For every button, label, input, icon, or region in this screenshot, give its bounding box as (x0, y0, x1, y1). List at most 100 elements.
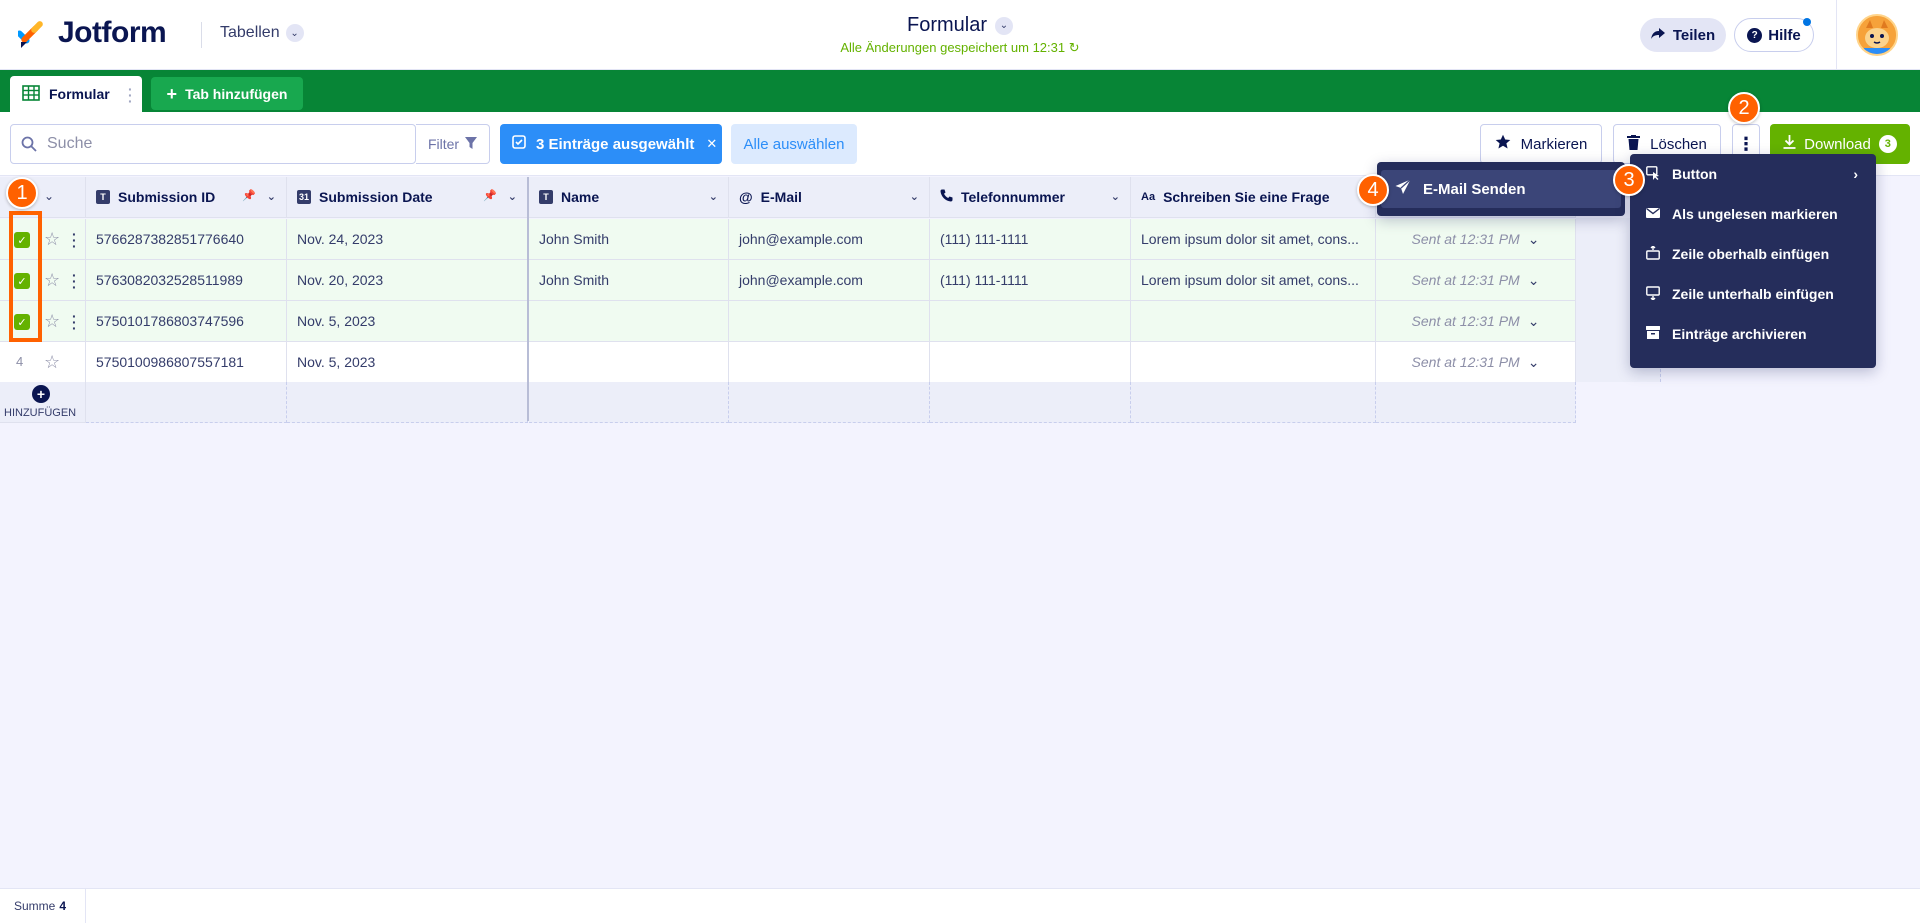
column-header-submission-date[interactable]: 31 Submission Date 📌 ⌄ (287, 177, 528, 218)
add-tab-label: Tab hinzufügen (185, 85, 288, 102)
step-marker-2: 2 (1728, 92, 1760, 124)
name-cell[interactable]: John Smith (529, 219, 729, 260)
row-number: 4 (16, 354, 24, 369)
chevron-down-icon[interactable]: ⌄ (508, 190, 517, 203)
star-outline-icon[interactable]: ☆ (44, 311, 60, 332)
chevron-down-icon[interactable]: ⌄ (1528, 231, 1540, 248)
column-header-email[interactable]: @ E-Mail ⌄ (729, 177, 930, 218)
download-icon (1783, 135, 1796, 153)
insert-above-icon (1646, 244, 1660, 263)
email-cell[interactable]: john@example.com (729, 260, 930, 301)
step-marker-3: 3 (1613, 164, 1645, 196)
tab-options-icon[interactable]: · · · (128, 82, 133, 108)
selection-badge[interactable]: 3 Einträge ausgewählt ✕ (500, 124, 722, 164)
chevron-down-icon[interactable]: ⌄ (910, 190, 919, 203)
clear-selection-icon[interactable]: ✕ (706, 136, 717, 152)
avatar[interactable] (1856, 14, 1898, 56)
submission-id-cell[interactable]: 5750100986807557181 (86, 342, 287, 383)
help-button[interactable]: ? Hilfe (1734, 18, 1814, 52)
phone-cell[interactable]: (111) 111-1111 (930, 260, 1131, 301)
search-box (10, 124, 416, 164)
menu-item-insert-below[interactable]: Zeile unterhalb einfügen (1630, 274, 1876, 314)
question-cell[interactable]: Lorem ipsum dolor sit amet, cons... (1131, 260, 1376, 301)
chevron-down-icon[interactable]: ⌄ (1528, 313, 1540, 330)
row-options-icon[interactable]: · · · (72, 227, 77, 253)
chevron-down-icon[interactable]: ⌄ (709, 190, 718, 203)
question-cell[interactable]: Lorem ipsum dolor sit amet, cons... (1131, 219, 1376, 260)
name-cell[interactable] (529, 301, 729, 342)
refresh-icon: ↻ (1068, 40, 1080, 55)
column-header-phone[interactable]: Telefonnummer ⌄ (930, 177, 1131, 218)
long-text-type-icon: Aa (1141, 191, 1156, 203)
submission-id-cell[interactable]: 5750101786803747596 (86, 301, 287, 342)
tables-menu[interactable]: Tabellen ⌄ (220, 24, 304, 42)
column-header-submission-id[interactable]: T Submission ID 📌 ⌄ (86, 177, 287, 218)
tab-label: Formular (49, 86, 110, 102)
pinned-column-divider[interactable] (527, 177, 529, 421)
filter-button[interactable]: Filter (416, 124, 490, 164)
name-cell[interactable]: John Smith (529, 260, 729, 301)
download-label: Download (1804, 135, 1871, 153)
submission-date-cell[interactable]: Nov. 24, 2023 (287, 219, 528, 260)
submission-date-cell[interactable]: Nov. 5, 2023 (287, 342, 528, 383)
question-cell[interactable] (1131, 301, 1376, 342)
select-all-button[interactable]: Alle auswählen (731, 124, 857, 164)
star-outline-icon[interactable]: ☆ (44, 352, 60, 373)
button-submenu: E-Mail Senden (1377, 162, 1625, 216)
at-sign-icon: @ (739, 189, 753, 205)
menu-item-archive[interactable]: Einträge archivieren (1630, 314, 1876, 354)
search-input[interactable] (47, 131, 407, 157)
submission-date-cell[interactable]: Nov. 20, 2023 (287, 260, 528, 301)
chevron-down-icon[interactable]: ⌄ (1528, 354, 1540, 371)
sum-value: 4 (59, 899, 67, 913)
add-row-button[interactable]: + HINZUFÜGEN (0, 382, 86, 423)
email-sent-cell[interactable]: Sent at 12:31 PM ⌄ (1376, 219, 1576, 260)
email-cell[interactable] (729, 342, 930, 383)
phone-cell[interactable] (930, 301, 1131, 342)
chevron-down-icon[interactable]: ⌄ (1528, 272, 1540, 289)
pin-icon[interactable]: 📌 (483, 189, 497, 202)
star-outline-icon[interactable]: ☆ (44, 229, 60, 250)
row-options-icon[interactable]: · · · (72, 309, 77, 335)
email-sent-cell[interactable]: Sent at 12:31 PM ⌄ (1376, 342, 1576, 383)
email-cell[interactable] (729, 301, 930, 342)
column-header-name[interactable]: T Name ⌄ (529, 177, 729, 218)
column-header-question[interactable]: Aa Schreiben Sie eine Frage (1131, 177, 1376, 218)
add-tab-button[interactable]: + Tab hinzufügen (151, 77, 303, 110)
menu-item-send-email[interactable]: E-Mail Senden (1381, 170, 1621, 208)
menu-item-insert-above[interactable]: Zeile oberhalb einfügen (1630, 234, 1876, 274)
row-options-icon[interactable]: · · · (72, 268, 77, 294)
mark-button[interactable]: Markieren (1480, 124, 1602, 164)
text-type-icon: T (96, 190, 110, 204)
menu-item-button[interactable]: Button › (1630, 154, 1876, 194)
insert-below-icon (1646, 285, 1660, 303)
email-cell[interactable]: john@example.com (729, 219, 930, 260)
submission-date-cell[interactable]: Nov. 5, 2023 (287, 301, 528, 342)
menu-item-mark-unread[interactable]: Als ungelesen markieren (1630, 194, 1876, 234)
cursor-icon (1646, 165, 1660, 183)
header-divider (1836, 0, 1837, 70)
chevron-down-icon[interactable]: ⌄ (1111, 190, 1120, 203)
question-cell[interactable] (1131, 342, 1376, 383)
phone-cell[interactable] (930, 342, 1131, 383)
share-arrow-icon (1650, 27, 1665, 44)
submission-id-cell[interactable]: 5763082032528511989 (86, 260, 287, 301)
share-button[interactable]: Teilen (1640, 18, 1726, 52)
form-title[interactable]: Formular ⌄ (907, 14, 1013, 37)
email-sent-cell[interactable]: Sent at 12:31 PM ⌄ (1376, 260, 1576, 301)
chevron-down-icon[interactable]: ⌄ (267, 190, 276, 203)
row-controls: 4 ☆ (0, 342, 86, 383)
filter-label: Filter (427, 136, 460, 152)
star-outline-icon[interactable]: ☆ (44, 270, 60, 291)
phone-cell[interactable]: (111) 111-1111 (930, 219, 1131, 260)
logo-text: Jotform (58, 16, 167, 49)
pin-icon[interactable]: 📌 (242, 189, 256, 202)
tab-formular[interactable]: Formular · · · (10, 76, 142, 112)
email-sent-cell[interactable]: Sent at 12:31 PM ⌄ (1376, 301, 1576, 342)
submission-id-cell[interactable]: 5766287382851776640 (86, 219, 287, 260)
column-label: Name (561, 189, 600, 205)
jotform-logo[interactable]: Jotform (16, 16, 167, 50)
name-cell[interactable] (529, 342, 729, 383)
text-type-icon: T (539, 190, 553, 204)
plus-icon: + (166, 83, 178, 104)
